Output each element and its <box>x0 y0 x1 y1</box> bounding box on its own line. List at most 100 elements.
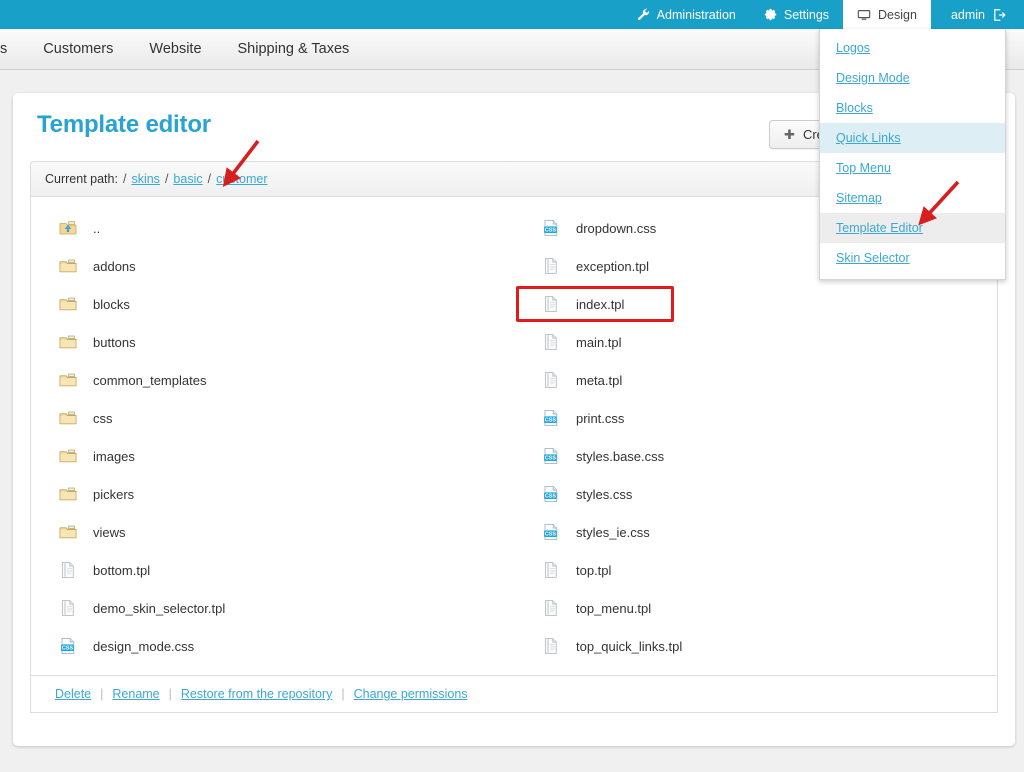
dropdown-item-design-mode[interactable]: Design Mode <box>820 63 1005 93</box>
file-name-label: exception.tpl <box>576 258 649 274</box>
file-list-item[interactable]: .. <box>31 209 514 247</box>
file-list-item[interactable]: views <box>31 513 514 551</box>
file-list-item[interactable]: top_quick_links.tpl <box>514 627 997 665</box>
svg-text:CSS: CSS <box>545 456 556 462</box>
svg-text:CSS: CSS <box>545 532 556 538</box>
file-actions-bar: Delete | Rename | Restore from the repos… <box>31 675 997 712</box>
restore-from-repository-link[interactable]: Restore from the repository <box>181 687 332 701</box>
file-name-label: top_menu.tpl <box>576 600 652 616</box>
top-menu-settings[interactable]: Settings <box>750 0 843 29</box>
breadcrumb-link-skins[interactable]: skins <box>131 172 159 186</box>
nav-item-customers[interactable]: Customers <box>25 29 131 70</box>
file-list-item[interactable]: CSS design_mode.css <box>31 627 514 665</box>
css-file-icon: CSS <box>542 485 560 503</box>
dropdown-item-quick-links[interactable]: Quick Links <box>820 123 1005 153</box>
top-menu-admin[interactable]: admin <box>931 0 1024 29</box>
file-name-label: buttons <box>93 334 136 350</box>
file-list-item[interactable]: top.tpl <box>514 551 997 589</box>
wrench-icon <box>637 8 650 21</box>
file-name-label: index.tpl <box>576 296 625 312</box>
file-icon <box>59 561 77 579</box>
svg-text:CSS: CSS <box>545 494 556 500</box>
change-permissions-link[interactable]: Change permissions <box>354 687 468 701</box>
file-name-label: addons <box>93 258 136 274</box>
dropdown-item-top-menu[interactable]: Top Menu <box>820 153 1005 183</box>
dropdown-item-skin-selector[interactable]: Skin Selector <box>820 243 1005 273</box>
design-dropdown-menu: Logos Design Mode Blocks Quick Links Top Men… <box>819 29 1006 280</box>
file-icon <box>542 561 560 579</box>
file-list-item[interactable]: CSS styles.css <box>514 475 997 513</box>
file-list-item[interactable]: meta.tpl <box>514 361 997 399</box>
dropdown-item-template-editor[interactable]: Template Editor <box>820 213 1005 243</box>
path-separator: / <box>207 172 212 186</box>
monitor-icon <box>857 8 871 22</box>
file-list-item[interactable]: demo_skin_selector.tpl <box>31 589 514 627</box>
file-icon <box>542 333 560 351</box>
nav-item-website-label: Website <box>149 41 202 57</box>
top-menu-settings-label: Settings <box>783 7 830 22</box>
path-separator: / <box>164 172 169 186</box>
folder-up-icon <box>59 219 77 237</box>
file-list-item[interactable]: blocks <box>31 285 514 323</box>
app-root: Administration Settings Design admin s C… <box>0 0 1024 772</box>
file-name-label: main.tpl <box>576 334 622 350</box>
nav-item-shipping-taxes-label: Shipping & Taxes <box>237 41 350 57</box>
css-file-icon: CSS <box>542 219 560 237</box>
css-file-icon: CSS <box>542 409 560 427</box>
file-icon <box>542 599 560 617</box>
css-file-icon: CSS <box>542 447 560 465</box>
folder-icon <box>59 333 77 351</box>
file-list-item[interactable]: addons <box>31 247 514 285</box>
file-name-label: pickers <box>93 486 135 502</box>
svg-text:CSS: CSS <box>545 228 556 234</box>
file-name-label: demo_skin_selector.tpl <box>93 600 226 616</box>
file-name-label: .. <box>93 220 101 236</box>
file-name-label: design_mode.css <box>93 638 195 654</box>
folder-icon <box>59 447 77 465</box>
file-list-item[interactable]: index.tpl <box>514 285 997 323</box>
delete-link[interactable]: Delete <box>55 687 91 701</box>
file-list-item[interactable]: CSS styles_ie.css <box>514 513 997 551</box>
file-list-item[interactable]: main.tpl <box>514 323 997 361</box>
svg-text:CSS: CSS <box>545 418 556 424</box>
plus-icon: ✚ <box>784 127 795 142</box>
rename-link[interactable]: Rename <box>112 687 159 701</box>
file-name-label: print.css <box>576 410 625 426</box>
top-menu-design-label: Design <box>878 7 917 22</box>
path-leading-slash: / <box>122 172 127 186</box>
file-list-item[interactable]: css <box>31 399 514 437</box>
dropdown-item-sitemap[interactable]: Sitemap <box>820 183 1005 213</box>
css-file-icon: CSS <box>542 523 560 541</box>
breadcrumb-link-basic[interactable]: basic <box>173 172 202 186</box>
file-list-item[interactable]: top_menu.tpl <box>514 589 997 627</box>
file-list-item[interactable]: CSS styles.base.css <box>514 437 997 475</box>
nav-item-customers-label: Customers <box>43 41 114 57</box>
folder-icon <box>59 523 77 541</box>
folder-icon <box>59 371 77 389</box>
file-icon <box>59 599 77 617</box>
dropdown-item-logos[interactable]: Logos <box>820 33 1005 63</box>
top-menu-administration[interactable]: Administration <box>623 0 750 29</box>
file-name-label: top.tpl <box>576 562 612 578</box>
file-list-item[interactable]: CSS print.css <box>514 399 997 437</box>
file-list-item[interactable]: images <box>31 437 514 475</box>
file-list-item[interactable]: common_templates <box>31 361 514 399</box>
dropdown-item-blocks[interactable]: Blocks <box>820 93 1005 123</box>
divider: | <box>341 687 345 701</box>
css-file-icon: CSS <box>59 637 77 655</box>
file-icon <box>542 637 560 655</box>
file-icon <box>542 295 560 313</box>
divider: | <box>100 687 104 701</box>
top-menu-design[interactable]: Design <box>843 0 931 29</box>
nav-item-shipping-taxes[interactable]: Shipping & Taxes <box>220 29 368 70</box>
top-bar: Administration Settings Design admin <box>0 0 1024 29</box>
nav-item-website[interactable]: Website <box>131 29 219 70</box>
nav-item-products[interactable]: ts <box>0 29 25 70</box>
file-list-item[interactable]: buttons <box>31 323 514 361</box>
folder-icon <box>59 409 77 427</box>
file-list-item[interactable]: pickers <box>31 475 514 513</box>
logout-icon[interactable] <box>992 8 1006 22</box>
file-name-label: styles.css <box>576 486 633 502</box>
file-list-item[interactable]: bottom.tpl <box>31 551 514 589</box>
breadcrumb-link-customer[interactable]: customer <box>216 172 267 186</box>
